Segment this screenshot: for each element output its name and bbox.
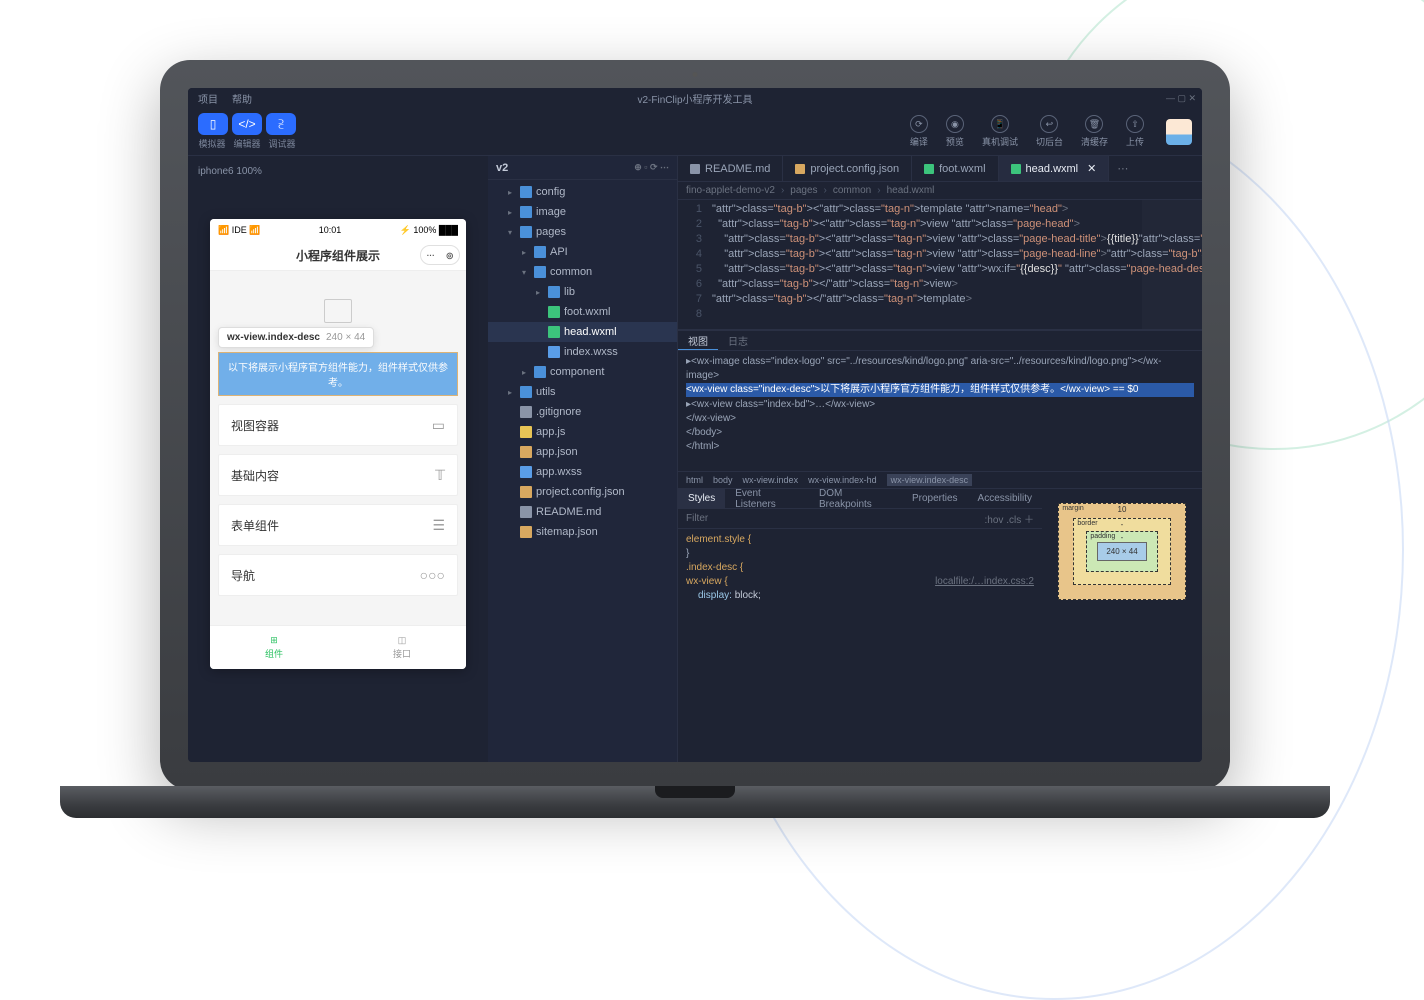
editor-tab[interactable]: head.wxml✕	[999, 156, 1110, 181]
tabbar-组件[interactable]: ⊞组件	[210, 626, 338, 669]
tree-item[interactable]: ▸API	[488, 242, 677, 262]
phone-tabbar: ⊞组件◫接口	[210, 625, 466, 669]
styles-tab[interactable]: DOM Breakpoints	[809, 489, 902, 508]
tree-item[interactable]: .gitignore	[488, 402, 677, 422]
avatar[interactable]	[1166, 119, 1192, 145]
tree-item[interactable]: ▾pages	[488, 222, 677, 242]
dom-path-segment[interactable]: body	[713, 475, 733, 485]
editor-label: 编辑器	[233, 137, 260, 150]
breadcrumb-segment[interactable]: head.wxml	[887, 185, 935, 196]
laptop-frame: 项目 帮助 v2-FinClip小程序开发工具 — ▢ ✕ ▯ </> ⫔	[160, 60, 1230, 790]
inspector-tooltip: wx-view.index-desc 240 × 44	[218, 327, 374, 348]
menu-project[interactable]: 项目	[198, 91, 218, 106]
tree-item[interactable]: app.js	[488, 422, 677, 442]
ide-window: 项目 帮助 v2-FinClip小程序开发工具 — ▢ ✕ ▯ </> ⫔	[188, 88, 1202, 762]
simulator-panel: iphone6 100% 📶 IDE 📶 10:01 ⚡ 100% ███ 小程…	[188, 156, 488, 762]
window-title: v2-FinClip小程序开发工具	[637, 91, 752, 106]
code-editor[interactable]: 12345678 "attr">class="tag-b"><"attr">cl…	[678, 200, 1202, 330]
selected-element[interactable]: 以下将展示小程序官方组件能力，组件样式仅供参考。	[218, 352, 458, 396]
toolbar: ▯ </> ⫔ 模拟器 编辑器 调试器 ⟳编译 ◉预览 📱真机调试 ↩切后台 🗑清缓存 ⇧…	[188, 108, 1202, 156]
menu-help[interactable]: 帮助	[232, 91, 252, 106]
tree-item[interactable]: ▸image	[488, 202, 677, 222]
logo-placeholder	[324, 299, 352, 323]
tree-item[interactable]: head.wxml	[488, 322, 677, 342]
menu-item[interactable]: 基础内容𝕋	[218, 454, 458, 496]
tree-item[interactable]: foot.wxml	[488, 302, 677, 322]
styles-tab[interactable]: Styles	[678, 489, 725, 508]
breadcrumb-segment[interactable]: common	[833, 185, 871, 196]
device-info: iphone6 100%	[196, 164, 480, 183]
minimap[interactable]	[1142, 200, 1202, 329]
simulator-label: 模拟器	[198, 137, 225, 150]
dom-path-segment[interactable]: wx-view.index	[743, 475, 799, 485]
capsule-menu[interactable]: ···◎	[420, 245, 460, 265]
tab-overflow[interactable]: ⋯	[1109, 156, 1136, 181]
menubar: 项目 帮助 v2-FinClip小程序开发工具 — ▢ ✕	[188, 88, 1202, 108]
styles-tab[interactable]: Event Listeners	[725, 489, 809, 508]
styles-tab[interactable]: Properties	[902, 489, 968, 508]
project-root[interactable]: v2	[496, 162, 508, 174]
editor-tab[interactable]: project.config.json	[783, 156, 912, 181]
dom-path-segment[interactable]: wx-view.index-hd	[808, 475, 877, 485]
box-model: margin 10 border - padding -	[1042, 489, 1202, 762]
devtools: 视图 日志 ▸<wx-image class="index-logo" src=…	[678, 330, 1202, 762]
breadcrumb-segment[interactable]: pages	[790, 185, 817, 196]
status-left: 📶 IDE 📶	[218, 225, 260, 236]
menu-item[interactable]: 视图容器▭	[218, 404, 458, 446]
status-time: 10:01	[319, 225, 342, 235]
toolbar-切后台[interactable]: ↩切后台	[1036, 115, 1063, 148]
dom-tree[interactable]: ▸<wx-image class="index-logo" src="../re…	[678, 351, 1202, 471]
toolbar-真机调试[interactable]: 📱真机调试	[982, 115, 1018, 148]
tree-item[interactable]: ▸component	[488, 362, 677, 382]
tree-item[interactable]: project.config.json	[488, 482, 677, 502]
toggle-debugger[interactable]: ⫔	[266, 113, 296, 135]
phone-simulator[interactable]: 📶 IDE 📶 10:01 ⚡ 100% ███ 小程序组件展示 ···◎	[210, 219, 466, 669]
menu-item[interactable]: 表单组件☰	[218, 504, 458, 546]
editor-tab[interactable]: foot.wxml	[912, 156, 998, 181]
tree-item[interactable]: ▸lib	[488, 282, 677, 302]
explorer-actions[interactable]: ⊕ ▫ ⟳ ⋯	[634, 162, 669, 173]
tree-item[interactable]: index.wxss	[488, 342, 677, 362]
toolbar-编译[interactable]: ⟳编译	[910, 115, 928, 148]
tree-item[interactable]: README.md	[488, 502, 677, 522]
toolbar-清缓存[interactable]: 🗑清缓存	[1081, 115, 1108, 148]
window-controls[interactable]: — ▢ ✕	[1166, 93, 1196, 104]
status-battery: ⚡ 100% ███	[400, 225, 458, 236]
tree-item[interactable]: ▾common	[488, 262, 677, 282]
devtools-tab-log[interactable]: 日志	[718, 331, 758, 350]
tree-item[interactable]: app.json	[488, 442, 677, 462]
tree-item[interactable]: app.wxss	[488, 462, 677, 482]
tree-item[interactable]: sitemap.json	[488, 522, 677, 542]
breadcrumb-segment[interactable]: fino-applet-demo-v2	[686, 185, 775, 196]
nav-title: 小程序组件展示	[296, 247, 380, 264]
styles-filter-input[interactable]: Filter	[686, 513, 708, 524]
tree-item[interactable]: ▸config	[488, 182, 677, 202]
toolbar-预览[interactable]: ◉预览	[946, 115, 964, 148]
menu-item[interactable]: 导航○○○	[218, 554, 458, 596]
toolbar-上传[interactable]: ⇧上传	[1126, 115, 1144, 148]
styles-tab[interactable]: Accessibility	[968, 489, 1042, 508]
toggle-simulator[interactable]: ▯	[198, 113, 228, 135]
debugger-label: 调试器	[269, 137, 296, 150]
styles-filter-actions[interactable]: :hov .cls ＋	[985, 511, 1034, 526]
file-explorer: v2 ⊕ ▫ ⟳ ⋯ ▸config▸image▾pages▸API▾commo…	[488, 156, 678, 762]
tree-item[interactable]: ▸utils	[488, 382, 677, 402]
toggle-editor[interactable]: </>	[232, 113, 262, 135]
devtools-tab-view[interactable]: 视图	[678, 331, 718, 350]
dom-path-segment[interactable]: html	[686, 475, 703, 485]
dom-path-segment[interactable]: wx-view.index-desc	[887, 474, 973, 486]
tabbar-接口[interactable]: ◫接口	[338, 626, 466, 669]
editor-tab[interactable]: README.md	[678, 156, 783, 181]
